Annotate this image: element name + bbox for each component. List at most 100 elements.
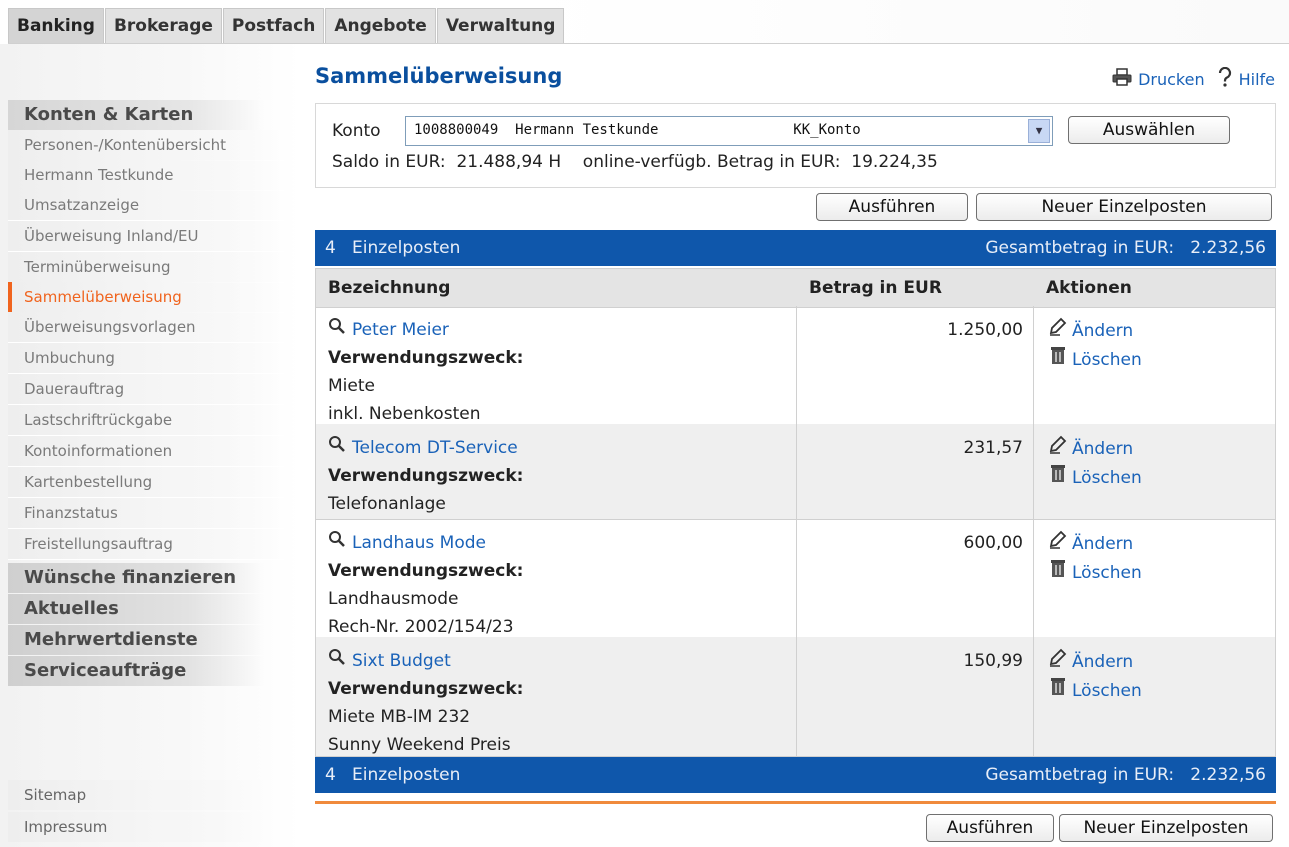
delete-action[interactable]: Löschen — [1048, 558, 1142, 587]
recipient-link[interactable]: Landhaus Mode — [352, 533, 486, 553]
purpose-label: Verwendungszweck: — [328, 561, 524, 581]
sidebar-item-ueberweisung-inland[interactable]: Überweisung Inland/EU — [8, 221, 284, 252]
account-select-value: 1008800049 Hermann Testkunde KK_Konto — [414, 122, 861, 138]
sidebar-item-kontoinformationen[interactable]: Kontoinformationen — [8, 436, 284, 467]
account-select[interactable]: 1008800049 Hermann Testkunde KK_Konto ▼ — [405, 116, 1053, 146]
table-header: Bezeichnung Betrag in EUR Aktionen — [315, 268, 1276, 308]
new-item-button-top[interactable]: Neuer Einzelposten — [976, 193, 1272, 221]
page-tools: Drucken Hilfe — [1112, 66, 1275, 91]
table-row: Landhaus Mode Verwendungszweck: Landhaus… — [315, 519, 1276, 638]
table-row: Sixt Budget Verwendungszweck: Miete MB-l… — [315, 637, 1276, 757]
row-description: Sixt Budget Verwendungszweck: Miete MB-l… — [328, 647, 523, 759]
table-row: Telecom DT-Service Verwendungszweck: Tel… — [315, 424, 1276, 520]
sidebar-item-lastschriftrueckgabe[interactable]: Lastschriftrückgabe — [8, 405, 284, 436]
select-account-button[interactable]: Auswählen — [1068, 116, 1230, 144]
tab-brokerage[interactable]: Brokerage — [104, 8, 222, 43]
row-description: Peter Meier Verwendungszweck: Miete inkl… — [328, 316, 523, 428]
balance-line: Saldo in EUR: 21.488,94 H online-verfügb… — [332, 152, 938, 172]
row-actions: Ändern Löschen — [1048, 647, 1142, 705]
purpose-label: Verwendungszweck: — [328, 679, 524, 699]
purpose-label: Verwendungszweck: — [328, 466, 524, 486]
sidebar-item-ueberweisungsvorlagen[interactable]: Überweisungsvorlagen — [8, 312, 284, 343]
magnifier-icon[interactable] — [328, 529, 346, 557]
help-link[interactable]: Hilfe — [1239, 70, 1275, 89]
sidebar-section-serviceauftraege[interactable]: Serviceaufträge — [8, 656, 264, 686]
magnifier-icon[interactable] — [328, 316, 346, 344]
edit-action[interactable]: Ändern — [1048, 434, 1142, 463]
trash-icon — [1048, 558, 1068, 587]
tab-banking[interactable]: Banking — [8, 8, 104, 43]
account-panel: Konto 1008800049 Hermann Testkunde KK_Ko… — [315, 103, 1276, 188]
sidebar-item-dauerauftrag[interactable]: Dauerauftrag — [8, 374, 284, 405]
pencil-icon — [1048, 316, 1068, 345]
trash-icon — [1048, 676, 1068, 705]
pencil-icon — [1048, 434, 1068, 463]
help-icon[interactable] — [1217, 66, 1233, 91]
row-actions: Ändern Löschen — [1048, 316, 1142, 374]
row-amount: 600,00 — [963, 533, 1023, 553]
header-aktionen: Aktionen — [1046, 278, 1132, 298]
edit-action[interactable]: Ändern — [1048, 316, 1142, 345]
tab-bar: Banking Brokerage Postfach Angebote Verw… — [8, 8, 565, 44]
sidebar: Konten & Karten Personen-/Kontenübersich… — [0, 44, 300, 847]
magnifier-icon[interactable] — [328, 647, 346, 675]
tab-postfach[interactable]: Postfach — [222, 8, 325, 43]
chevron-down-icon[interactable]: ▼ — [1028, 119, 1050, 143]
printer-icon[interactable] — [1112, 68, 1132, 90]
sidebar-item-sammelueberweisung[interactable]: Sammelüberweisung — [8, 282, 284, 313]
divider — [315, 801, 1276, 804]
sidebar-item-freistellungsauftrag[interactable]: Freistellungsauftrag — [8, 529, 284, 560]
sidebar-item-umsatzanzeige[interactable]: Umsatzanzeige — [8, 190, 284, 221]
delete-action[interactable]: Löschen — [1048, 345, 1142, 374]
account-label: Konto — [332, 121, 381, 141]
summary-bar-bottom: 4 Einzelposten Gesamtbetrag in EUR: 2.23… — [315, 757, 1276, 793]
execute-button-top[interactable]: Ausführen — [816, 193, 968, 221]
pencil-icon — [1048, 647, 1068, 676]
new-item-button-bottom[interactable]: Neuer Einzelposten — [1059, 814, 1273, 842]
sidebar-section-mehrwertdienste[interactable]: Mehrwertdienste — [8, 625, 264, 655]
sidebar-link-sitemap[interactable]: Sitemap — [8, 780, 264, 810]
sidebar-item-terminueberweisung[interactable]: Terminüberweisung — [8, 252, 284, 283]
magnifier-icon[interactable] — [328, 434, 346, 462]
page-title: Sammelüberweisung — [315, 64, 563, 88]
purpose-label: Verwendungszweck: — [328, 348, 524, 368]
sidebar-item-finanzstatus[interactable]: Finanzstatus — [8, 498, 284, 529]
execute-button-bottom[interactable]: Ausführen — [926, 814, 1054, 842]
header-bezeichnung: Bezeichnung — [328, 278, 451, 298]
total-amount: Gesamtbetrag in EUR: 2.232,56 — [985, 765, 1266, 785]
purpose-line: Miete MB-lM 232 — [328, 707, 471, 727]
sidebar-section-wuensche[interactable]: Wünsche finanzieren — [8, 563, 264, 593]
sidebar-item-hermann-testkunde[interactable]: Hermann Testkunde — [8, 160, 284, 191]
edit-action[interactable]: Ändern — [1048, 529, 1142, 558]
sidebar-link-impressum[interactable]: Impressum — [8, 812, 264, 842]
sidebar-item-kartenbestellung[interactable]: Kartenbestellung — [8, 467, 284, 498]
pencil-icon — [1048, 529, 1068, 558]
table-row: Peter Meier Verwendungszweck: Miete inkl… — [315, 306, 1276, 425]
sidebar-item-kontenuebersicht[interactable]: Personen-/Kontenübersicht — [8, 130, 284, 161]
print-link[interactable]: Drucken — [1138, 70, 1205, 89]
recipient-link[interactable]: Peter Meier — [352, 320, 449, 340]
tab-angebote[interactable]: Angebote — [325, 8, 436, 43]
balance-label: Saldo in EUR: — [332, 152, 446, 172]
row-actions: Ändern Löschen — [1048, 529, 1142, 587]
delete-action[interactable]: Löschen — [1048, 676, 1142, 705]
sidebar-item-umbuchung[interactable]: Umbuchung — [8, 343, 284, 374]
sidebar-section-konten-karten[interactable]: Konten & Karten — [8, 100, 264, 130]
available-value: 19.224,35 — [851, 152, 938, 172]
row-amount: 231,57 — [963, 438, 1023, 458]
delete-action[interactable]: Löschen — [1048, 463, 1142, 492]
row-description: Telecom DT-Service Verwendungszweck: Tel… — [328, 434, 523, 518]
recipient-link[interactable]: Telecom DT-Service — [352, 438, 518, 458]
purpose-line: Landhausmode — [328, 589, 459, 609]
item-count: 4 Einzelposten — [325, 765, 461, 785]
trash-icon — [1048, 463, 1068, 492]
row-amount: 150,99 — [963, 651, 1023, 671]
recipient-link[interactable]: Sixt Budget — [352, 651, 451, 671]
edit-action[interactable]: Ändern — [1048, 647, 1142, 676]
top-navigation: Banking Brokerage Postfach Angebote Verw… — [0, 0, 1289, 44]
tab-verwaltung[interactable]: Verwaltung — [436, 8, 565, 43]
total-amount: Gesamtbetrag in EUR: 2.232,56 — [985, 238, 1266, 258]
sidebar-section-aktuelles[interactable]: Aktuelles — [8, 594, 264, 624]
purpose-line: Telefonanlage — [328, 494, 446, 514]
row-actions: Ändern Löschen — [1048, 434, 1142, 492]
